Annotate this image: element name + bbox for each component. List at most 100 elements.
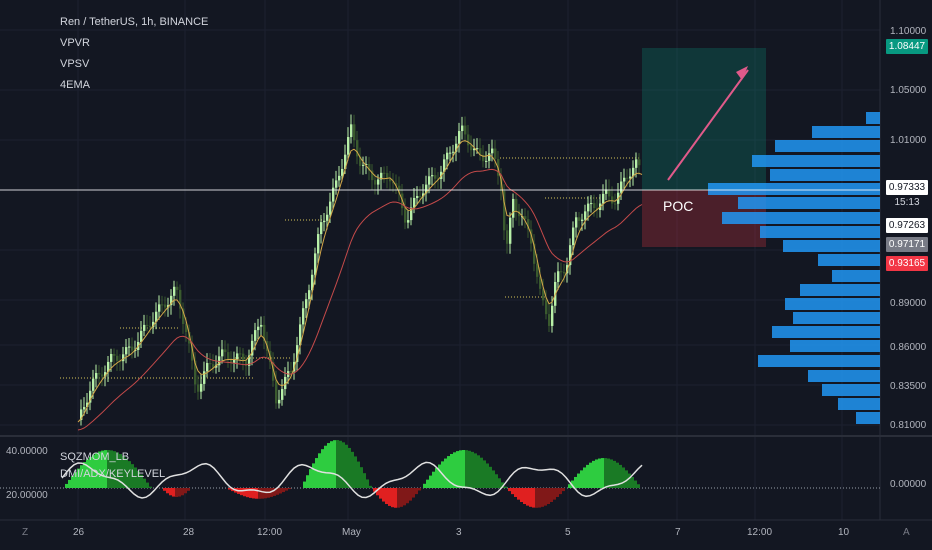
momentum-bar [508, 488, 511, 492]
candle-body [548, 314, 551, 326]
candle-body [464, 125, 467, 135]
candle-body [116, 355, 119, 361]
time-label: 7 [675, 527, 681, 538]
candle-body [260, 324, 263, 327]
momentum-bar [187, 488, 190, 491]
momentum-bar [468, 450, 471, 488]
momentum-bar [486, 463, 489, 488]
osc-scale-40: 40.00000 [6, 446, 48, 457]
momentum-bar [321, 449, 324, 488]
auto-scale-button[interactable]: A [903, 527, 910, 538]
momentum-bar [261, 488, 264, 499]
indicator-4ema[interactable]: 4EMA [60, 75, 208, 96]
indicator-vpvr[interactable]: VPVR [60, 33, 208, 54]
momentum-bar [610, 459, 613, 488]
candle-body [581, 219, 584, 221]
candle-body [305, 299, 308, 309]
osc-right-value: 0.00000 [890, 479, 927, 490]
candle-body [578, 217, 581, 221]
momentum-bar [423, 483, 426, 488]
momentum-bar [477, 455, 480, 488]
momentum-bar [480, 457, 483, 488]
candle-body [302, 308, 305, 325]
stop-price-tag: 0.93165 [886, 256, 928, 271]
candle-body [602, 193, 605, 204]
candle-body [290, 371, 293, 373]
candle-body [449, 152, 452, 154]
momentum-bar [498, 478, 501, 488]
candle-body [494, 148, 497, 159]
momentum-bar [535, 488, 538, 508]
candle-body [320, 222, 323, 235]
momentum-bar [429, 475, 432, 488]
momentum-bar [315, 458, 318, 488]
candle-body [377, 179, 380, 185]
momentum-bar [348, 447, 351, 488]
momentum-bar [166, 488, 169, 494]
momentum-bar [483, 460, 486, 488]
momentum-bar [553, 488, 556, 500]
momentum-bar [146, 482, 149, 488]
candle-body [143, 324, 146, 331]
indicator-dmi-adx[interactable]: DMI/ADX/KEYLEVEL [60, 466, 165, 483]
target-zone [642, 48, 766, 190]
candle-body [452, 151, 455, 153]
momentum-bar [282, 488, 285, 493]
poc-label: POC [663, 198, 694, 214]
indicator-vpsv[interactable]: VPSV [60, 54, 208, 75]
momentum-bar [391, 488, 394, 508]
momentum-bar [568, 484, 571, 488]
time-label: 12:00 [747, 527, 773, 538]
momentum-bar [426, 479, 429, 488]
volume-profile-bar [770, 169, 880, 181]
candle-body [614, 203, 617, 205]
candle-body [404, 208, 407, 223]
momentum-bar [309, 469, 312, 488]
candle-body [563, 271, 566, 274]
momentum-bar [637, 484, 640, 488]
momentum-bar [418, 488, 421, 491]
momentum-bar [580, 470, 583, 488]
momentum-bar [306, 475, 309, 488]
momentum-bar [312, 463, 315, 488]
indicator-sqzmom[interactable]: SQZMOM_LB [60, 449, 165, 466]
candle-body [206, 363, 209, 372]
momentum-bar [459, 450, 462, 488]
candle-body [323, 220, 326, 223]
momentum-bar [354, 456, 357, 488]
candle-body [221, 349, 224, 357]
momentum-bar [240, 488, 243, 496]
countdown-tag: 15:13 [886, 195, 928, 210]
volume-profile-bar [808, 370, 880, 382]
momentum-bar [382, 488, 385, 502]
candle-body [458, 131, 461, 144]
price-tick: 0.83500 [890, 381, 927, 392]
price-tick: 1.05000 [890, 85, 927, 96]
candle-body [242, 353, 245, 361]
volume-profile-bar [760, 226, 880, 238]
candle-body [488, 153, 491, 161]
target-price-tag: 1.08447 [886, 39, 928, 54]
momentum-bar [598, 458, 601, 488]
momentum-bar [495, 474, 498, 488]
momentum-bar [592, 460, 595, 488]
volume-profile-bar [866, 112, 880, 124]
candle-body [158, 304, 161, 312]
momentum-bar [360, 467, 363, 488]
momentum-bar [544, 488, 547, 506]
timezone-button[interactable]: Z [22, 527, 28, 538]
candle-body [110, 354, 113, 362]
candle-body [161, 304, 164, 306]
symbol-title[interactable]: Ren / TetherUS, 1h, BINANCE [60, 12, 208, 33]
candle-body [350, 124, 353, 138]
momentum-bar [589, 462, 592, 488]
candle-body [200, 383, 203, 392]
candle-body [476, 148, 479, 150]
momentum-bar [412, 488, 415, 498]
volume-profile-bar [856, 412, 880, 424]
momentum-bar [264, 488, 267, 499]
candle-body [428, 176, 431, 185]
volume-profile-bar [783, 240, 880, 252]
momentum-bar [559, 488, 562, 495]
momentum-bar [517, 488, 520, 500]
